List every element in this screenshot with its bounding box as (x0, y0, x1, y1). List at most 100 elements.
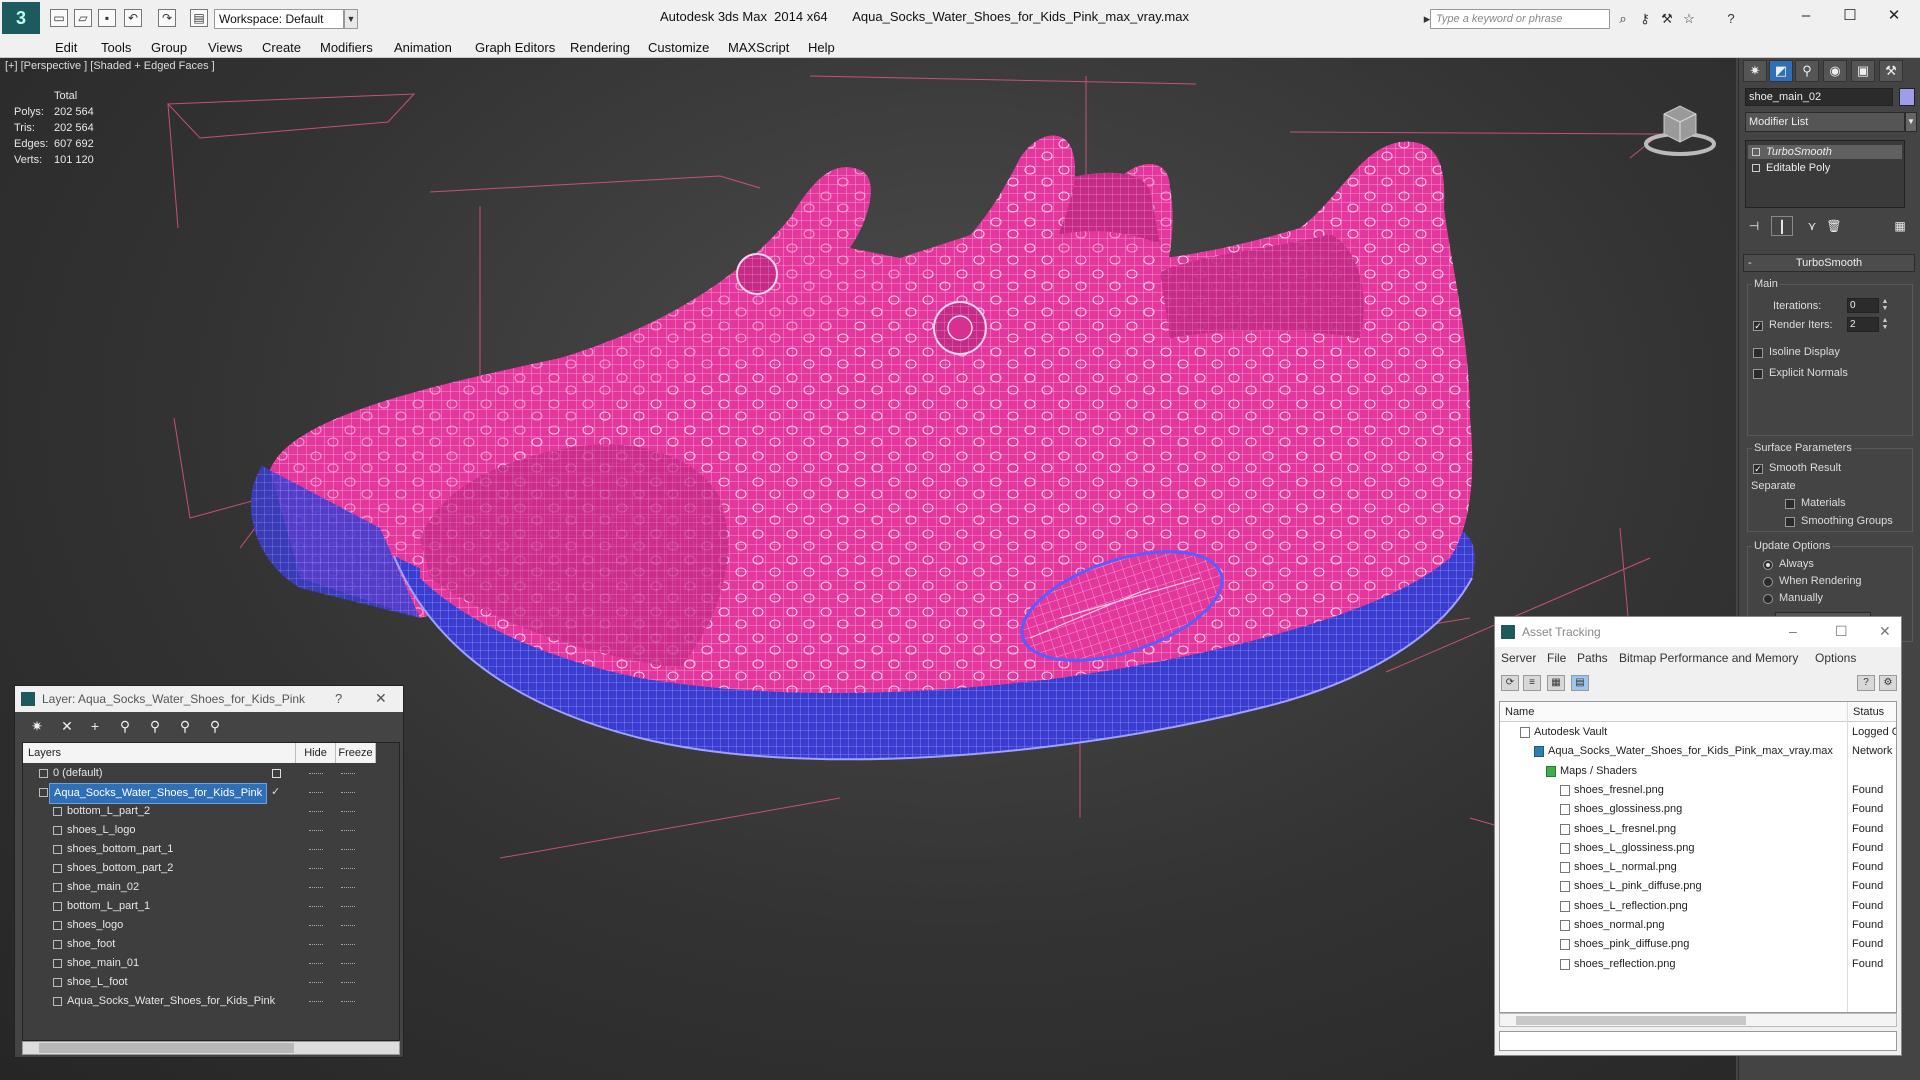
smooth-result-checkbox[interactable]: ✓ (1753, 464, 1763, 474)
menu-help[interactable]: Help (808, 40, 835, 55)
menu-edit[interactable]: Edit (55, 40, 77, 55)
redo-icon[interactable]: ↷ (158, 9, 176, 27)
display-tab-icon[interactable]: ▣ (1851, 60, 1875, 82)
menu-modifiers[interactable]: Modifiers (320, 40, 373, 55)
freeze-toggle[interactable] (341, 849, 355, 850)
key-icon[interactable]: ⚷ (1636, 11, 1654, 27)
scrollbar-thumb[interactable] (1516, 1016, 1746, 1025)
freeze-toggle[interactable] (341, 963, 355, 964)
asset-row[interactable]: shoes_normal.png Found (1500, 916, 1896, 935)
smoothing-groups-checkbox[interactable] (1785, 517, 1795, 527)
isoline-display-checkbox[interactable] (1753, 348, 1763, 358)
asset-row[interactable]: shoes_fresnel.png Found (1500, 781, 1896, 800)
asset-row[interactable]: shoes_L_reflection.png Found (1500, 897, 1896, 916)
search-input[interactable]: Type a keyword or phrase (1430, 9, 1610, 29)
add-to-layer-icon[interactable]: + (83, 716, 107, 736)
menu-maxscript[interactable]: MAXScript (728, 40, 789, 55)
object-color-swatch[interactable] (1899, 88, 1915, 106)
menu-server[interactable]: Server (1501, 651, 1536, 665)
hide-toggle[interactable] (309, 868, 323, 869)
save-icon[interactable]: ▪ (98, 9, 116, 27)
menu-tools[interactable]: Tools (101, 40, 131, 55)
close-icon[interactable]: ✕ (375, 690, 387, 707)
asset-row[interactable]: shoes_L_normal.png Found (1500, 858, 1896, 877)
thumbnail-view-icon[interactable]: ▦ (1547, 675, 1565, 691)
asset-window-titlebar[interactable]: Asset Tracking – ☐ ✕ (1495, 617, 1901, 647)
turbosmooth-rollout-header[interactable]: - TurboSmooth (1743, 254, 1915, 272)
layer-row[interactable]: shoes_bottom_part_2 (23, 859, 399, 878)
freeze-toggle[interactable] (341, 887, 355, 888)
hierarchy-tab-icon[interactable]: ⚲ (1795, 60, 1819, 82)
close-icon[interactable]: ✕ (1879, 623, 1891, 640)
freeze-toggle[interactable] (341, 1001, 355, 1002)
help-icon[interactable]: ? (1722, 11, 1740, 27)
star-icon[interactable]: ☆ (1680, 11, 1698, 27)
when-rendering-radio[interactable] (1763, 577, 1773, 587)
column-header-name[interactable]: Name (1500, 702, 1848, 722)
binoculars-icon[interactable]: ⌕ (1614, 11, 1632, 27)
hide-toggle[interactable] (309, 982, 323, 983)
asset-row[interactable]: Autodesk Vault Logged O (1500, 723, 1896, 742)
freeze-toggle[interactable] (341, 773, 355, 774)
maximize-button[interactable]: ☐ (1836, 5, 1864, 27)
help-icon[interactable]: ? (1857, 675, 1875, 691)
layer-row[interactable]: shoes_logo (23, 916, 399, 935)
freeze-toggle[interactable] (341, 982, 355, 983)
render-iters-spinner[interactable]: 2 (1847, 317, 1879, 332)
hide-toggle[interactable] (309, 849, 323, 850)
layer-row[interactable]: shoe_main_02 (23, 878, 399, 897)
chevron-down-icon[interactable]: ▼ (344, 9, 358, 29)
viewcube-icon[interactable] (1640, 86, 1720, 166)
hide-toggle[interactable] (309, 830, 323, 831)
configure-sets-icon[interactable]: ▦ (1889, 216, 1911, 236)
horizontal-scrollbar[interactable] (1499, 1013, 1897, 1027)
layer-window-titlebar[interactable]: Layer: Aqua_Socks_Water_Shoes_for_Kids_P… (15, 686, 403, 712)
column-header-layers[interactable]: Layers (23, 743, 296, 763)
column-header-hide[interactable]: Hide (296, 743, 336, 763)
menu-graph-editors[interactable]: Graph Editors (475, 40, 555, 55)
iterations-spinner[interactable]: 0 (1847, 298, 1879, 313)
close-button[interactable]: ✕ (1880, 5, 1908, 27)
new-layer-icon[interactable]: ✷ (25, 716, 49, 736)
asset-row[interactable]: shoes_pink_diffuse.png Found (1500, 935, 1896, 954)
layer-row[interactable]: shoe_L_foot (23, 973, 399, 992)
object-name-field[interactable]: shoe_main_02 (1745, 88, 1893, 106)
minimize-button[interactable]: – (1792, 5, 1820, 27)
materials-checkbox[interactable] (1785, 499, 1795, 509)
lightbulb-icon[interactable] (1752, 148, 1760, 156)
motion-tab-icon[interactable]: ◉ (1823, 60, 1847, 82)
project-folder-icon[interactable]: ▤ (190, 9, 208, 27)
layer-row[interactable]: shoes_L_logo (23, 821, 399, 840)
menu-customize[interactable]: Customize (648, 40, 709, 55)
maximize-icon[interactable]: ☐ (1835, 623, 1848, 640)
asset-row[interactable]: Maps / Shaders (1500, 762, 1896, 781)
asset-row[interactable]: shoes_L_pink_diffuse.png Found (1500, 877, 1896, 896)
hide-toggle[interactable] (309, 925, 323, 926)
hide-toggle[interactable] (309, 773, 323, 774)
active-layer-check-icon[interactable]: ✓ (271, 783, 280, 802)
hide-toggle[interactable] (309, 811, 323, 812)
freeze-toggle[interactable] (341, 792, 355, 793)
scrollbar-thumb[interactable] (39, 1043, 294, 1053)
menu-animation[interactable]: Animation (394, 40, 452, 55)
list-view-icon[interactable]: ≡ (1523, 675, 1541, 691)
manually-radio[interactable] (1763, 594, 1773, 604)
horizontal-scrollbar[interactable] (22, 1041, 400, 1055)
menu-create[interactable]: Create (262, 40, 301, 55)
render-iters-checkbox[interactable]: ✓ (1753, 321, 1763, 331)
select-objects-icon[interactable]: ⚲ (113, 716, 137, 736)
open-icon[interactable]: ▱ (74, 9, 92, 27)
spinner-arrows-icon[interactable]: ▲ ▼ (1881, 298, 1889, 313)
pin-stack-icon[interactable]: ⊣ (1743, 216, 1765, 236)
table-view-icon[interactable]: ▤ (1571, 675, 1589, 691)
hide-toggle[interactable] (309, 887, 323, 888)
menu-paths[interactable]: Paths (1577, 651, 1608, 665)
menu-views[interactable]: Views (208, 40, 242, 55)
layer-row[interactable]: 0 (default) (23, 764, 399, 783)
layer-row[interactable]: bottom_L_part_2 (23, 802, 399, 821)
current-layer-icon[interactable] (272, 769, 281, 778)
freeze-toggle[interactable] (341, 811, 355, 812)
stack-item-turbosmooth[interactable]: TurboSmooth (1748, 145, 1902, 159)
stack-item-editable-poly[interactable]: Editable Poly (1748, 161, 1902, 175)
make-unique-icon[interactable]: ⋎ (1801, 216, 1823, 236)
